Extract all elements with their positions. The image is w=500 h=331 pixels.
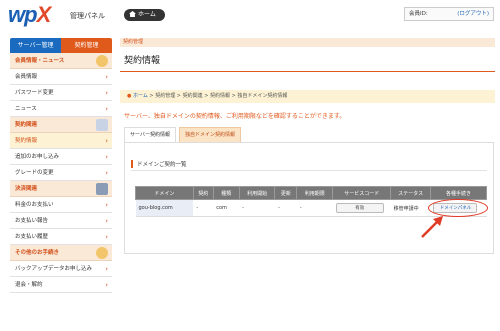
annotation-arrow-icon xyxy=(421,216,443,238)
user-icon xyxy=(96,55,108,67)
main-content: 契約管理 契約情報 ● ホーム > 契約管理 > 契約関連 > 契約情報 > 独… xyxy=(120,38,495,331)
member-info: 会員ID: (ログアウト) xyxy=(404,7,494,21)
tab-domain-contract-info[interactable]: 独自ドメイン契約情報 xyxy=(178,127,241,142)
cell-expiry: - xyxy=(296,199,333,217)
sidebar-item-backup-application[interactable]: バックアップデータお申し込み › xyxy=(10,261,112,277)
notice-text: サーバー、独自ドメインの契約情報、ご利用期限などを確認することができます。 xyxy=(124,113,346,120)
calculator-icon xyxy=(96,183,108,195)
valid-button[interactable]: 有効 xyxy=(335,203,384,213)
section-label: 契約管理 xyxy=(120,38,495,47)
sidebar-item-contract-info[interactable]: 契約情報 › xyxy=(10,133,112,149)
cell-type: com xyxy=(213,199,240,217)
logout-link[interactable]: (ログアウト) xyxy=(457,8,489,20)
logo-subtitle: 管理パネル xyxy=(70,12,105,20)
sidebar: サーバー管理 契約管理 会員情報・ニュース 会員情報 › パスワード変更 › ニュー… xyxy=(10,38,112,328)
col-start: 利用開始 xyxy=(238,186,276,200)
page-title: 契約情報 xyxy=(120,53,495,72)
section-contract: 契約関連 xyxy=(10,117,112,133)
breadcrumb-contract-info[interactable]: 契約情報 xyxy=(210,93,230,99)
divider xyxy=(131,170,487,171)
cell-start: - xyxy=(239,199,275,217)
house-icon xyxy=(129,11,136,17)
smile-icon xyxy=(96,247,108,259)
home-button[interactable]: ホーム xyxy=(124,9,165,21)
col-actions: 各種手続き xyxy=(429,186,488,200)
cell-contract: - xyxy=(193,199,214,217)
col-renew: 更新 xyxy=(274,186,298,200)
sidebar-item-password-change[interactable]: パスワード変更 › xyxy=(10,85,112,101)
sidebar-item-grade-change[interactable]: グレードの変更 › xyxy=(10,165,112,181)
col-status: ステータス xyxy=(390,186,431,200)
section-payment: 決済関連 xyxy=(10,181,112,197)
col-contract: 契約 xyxy=(192,186,214,200)
breadcrumb-home[interactable]: ホーム xyxy=(133,93,148,99)
table-header-row: ドメイン 契約 種類 利用開始 更新 利用期限 サービスコード ステータス 各種… xyxy=(135,186,488,200)
wpx-logo[interactable]: wpX xyxy=(8,2,51,28)
breadcrumb: ● ホーム > 契約管理 > 契約関連 > 契約情報 > 独自ドメイン契約情報 xyxy=(120,90,495,103)
col-domain: ドメイン xyxy=(135,186,194,200)
panel-title: ドメインご契約一覧 xyxy=(131,160,187,168)
cell-renew: - xyxy=(274,199,297,217)
breadcrumb-contract-related[interactable]: 契約関連 xyxy=(183,93,203,99)
sidebar-item-pay-fees[interactable]: 料金のお支払い › xyxy=(10,197,112,213)
col-expiry: 利用期限 xyxy=(296,186,334,200)
document-pen-icon xyxy=(96,119,108,131)
tab-server-contract-info[interactable]: サーバー契約情報 xyxy=(124,127,176,142)
sidebar-item-additional-application[interactable]: 追加のお申し込み › xyxy=(10,149,112,165)
member-id-label: 会員ID: xyxy=(409,11,428,17)
section-member-news: 会員情報・ニュース xyxy=(10,53,112,69)
sidebar-item-news[interactable]: ニュース › xyxy=(10,101,112,117)
cell-domain: gou-blog.com xyxy=(135,199,194,217)
sidebar-item-member-info[interactable]: 会員情報 › xyxy=(10,69,112,85)
cell-service-code: 有効 xyxy=(332,199,391,217)
sidebar-item-cancel-membership[interactable]: 退会・解約 › xyxy=(10,277,112,293)
sidebar-item-payment-history[interactable]: お支払い履歴 › xyxy=(10,229,112,245)
sidebar-item-payment-report[interactable]: お支払い報告 › xyxy=(10,213,112,229)
col-type: 種類 xyxy=(212,186,240,200)
section-other-procedures: その他のお手続き xyxy=(10,245,112,261)
breadcrumb-contract-management[interactable]: 契約管理 xyxy=(155,93,175,99)
col-service-code: サービスコード xyxy=(332,186,392,200)
tab-contract-management[interactable]: 契約管理 xyxy=(61,38,112,53)
header: wpX 管理パネル ホーム 会員ID: (ログアウト) xyxy=(0,0,500,30)
tab-server-management[interactable]: サーバー管理 xyxy=(10,38,61,53)
breadcrumb-domain-contract: 独自ドメイン契約情報 xyxy=(237,93,288,99)
